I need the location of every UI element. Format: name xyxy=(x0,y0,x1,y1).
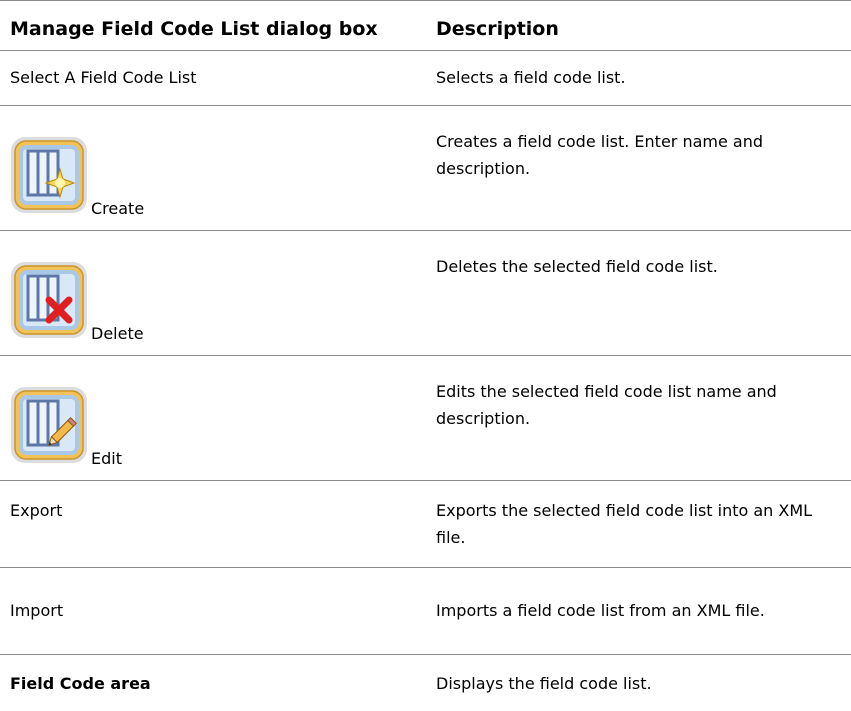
row-label: Field Code area xyxy=(10,674,151,693)
table-row: Edit Edits the selected field code list … xyxy=(0,356,851,481)
row-description: Edits the selected field code list name … xyxy=(436,382,777,428)
row-description: Deletes the selected field code list. xyxy=(436,257,718,276)
row-label: Export xyxy=(10,501,63,520)
table-row: Create Creates a field code list. Enter … xyxy=(0,106,851,231)
row-description: Creates a field code list. Enter name an… xyxy=(436,132,764,178)
header-dialog-column: Manage Field Code List dialog box xyxy=(10,18,378,40)
edit-button-label: Edit xyxy=(91,449,122,468)
row-description: Selects a field code list. xyxy=(436,68,626,87)
edit-list-icon xyxy=(10,386,88,464)
header-description-column: Description xyxy=(436,18,559,40)
table-row: Delete Deletes the selected field code l… xyxy=(0,231,851,356)
table-row: Export Exports the selected field code l… xyxy=(0,481,851,568)
delete-list-icon xyxy=(10,261,88,339)
table-header: Manage Field Code List dialog box Descri… xyxy=(0,0,851,51)
table-row: Field Code area Displays the field code … xyxy=(0,655,851,711)
row-label: Select A Field Code List xyxy=(10,68,197,87)
row-description: Imports a field code list from an XML fi… xyxy=(436,601,765,620)
table-row: Import Imports a field code list from an… xyxy=(0,568,851,655)
row-description: Exports the selected field code list int… xyxy=(436,501,813,547)
table-row: Select A Field Code List Selects a field… xyxy=(0,50,851,106)
create-list-icon xyxy=(10,136,88,214)
create-button-label: Create xyxy=(91,199,145,218)
delete-button-label: Delete xyxy=(91,324,144,343)
row-label: Import xyxy=(10,601,64,620)
row-description: Displays the field code list. xyxy=(436,674,652,693)
